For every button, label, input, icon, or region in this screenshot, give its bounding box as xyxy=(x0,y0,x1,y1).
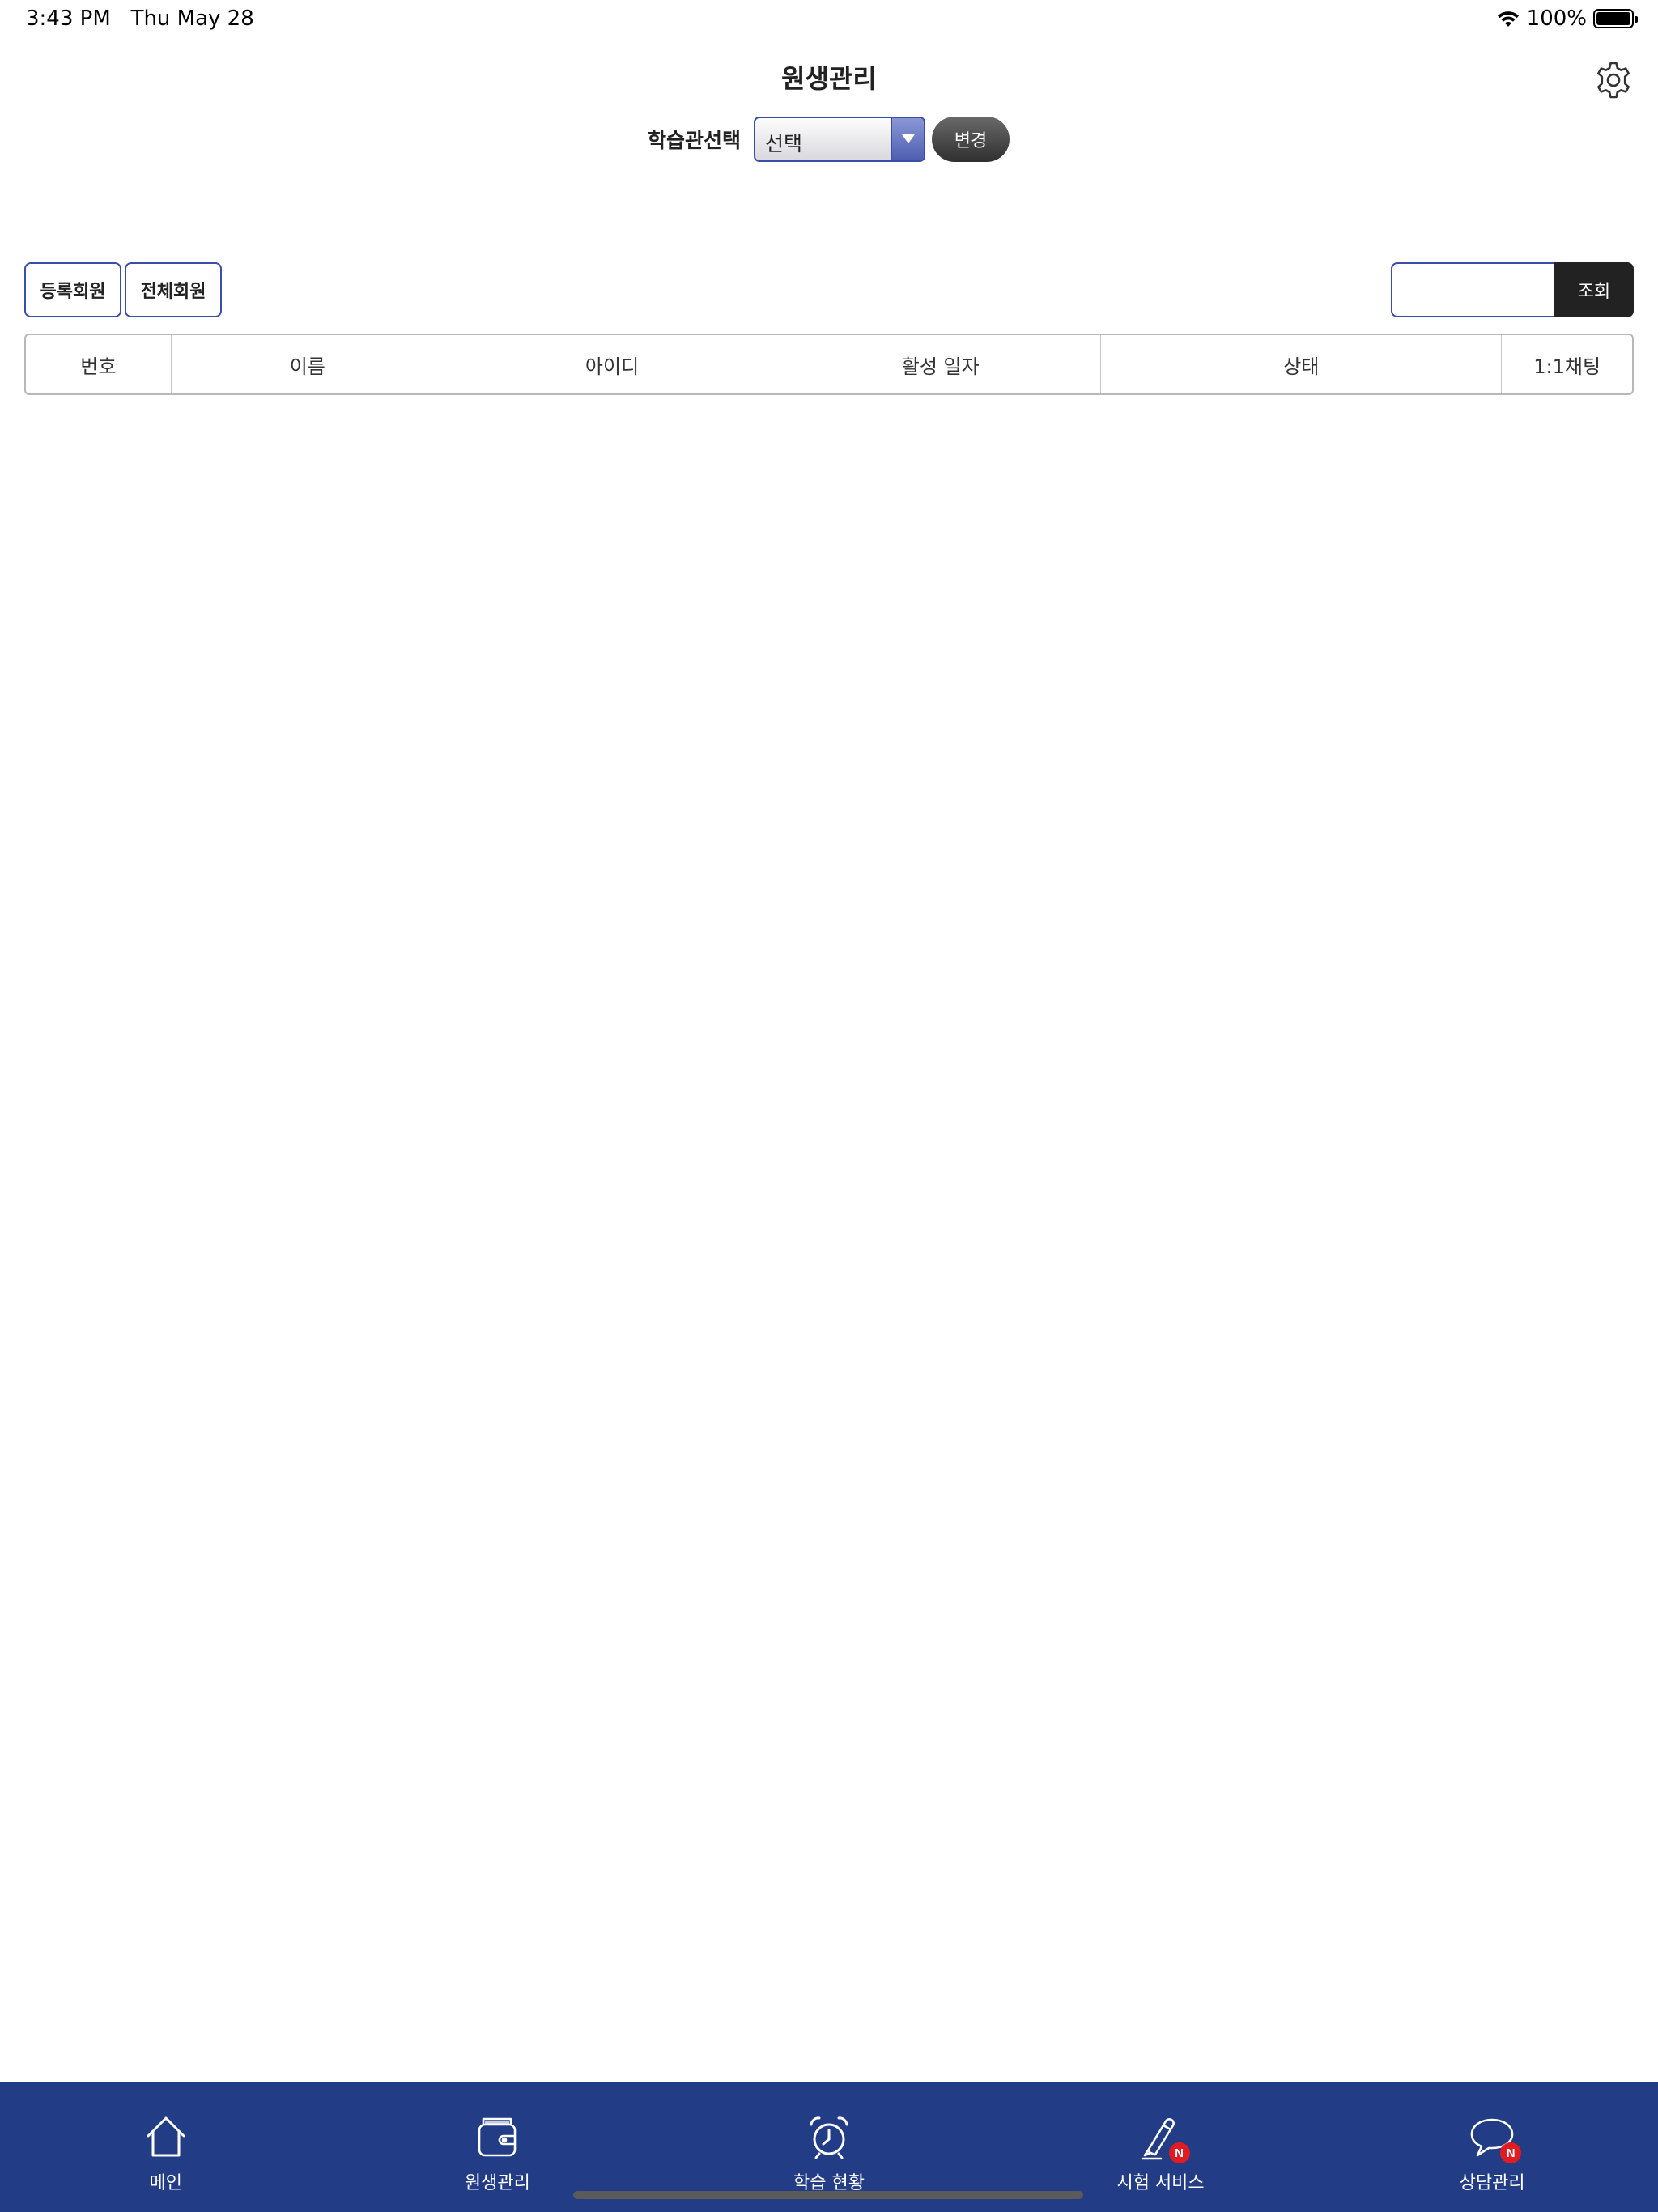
tab-main-label: 메인 xyxy=(149,2173,183,2193)
status-indicators: 100% xyxy=(1496,6,1638,31)
battery-percent: 100% xyxy=(1526,6,1587,31)
center-select-label: 학습관선택 xyxy=(648,129,742,152)
column-header-status: 상태 xyxy=(1101,335,1503,393)
battery-icon xyxy=(1593,9,1638,28)
search-bar: 조회 xyxy=(1391,262,1634,317)
tab-counseling[interactable]: N 상담관리 xyxy=(1326,2082,1658,2212)
tab-student-management-label: 원생관리 xyxy=(464,2173,530,2193)
search-input[interactable] xyxy=(1391,262,1554,317)
status-clock: 3:43 PM xyxy=(26,6,111,31)
column-header-chat: 1:1채팅 xyxy=(1533,355,1601,378)
alarm-clock-icon xyxy=(805,2113,853,2162)
home-indicator[interactable] xyxy=(573,2191,1083,2199)
center-select-value: 선택 xyxy=(765,132,803,155)
tab-counseling-label: 상담관리 xyxy=(1459,2173,1525,2193)
tab-exam-service-label: 시험 서비스 xyxy=(1116,2173,1205,2193)
chat-bubble-icon: N xyxy=(1468,2113,1522,2163)
change-button[interactable]: 변경 xyxy=(932,117,1010,162)
page-title: 원생관리 xyxy=(781,63,877,94)
gear-icon[interactable] xyxy=(1593,60,1634,100)
pencil-icon: N xyxy=(1137,2113,1190,2163)
wallet-icon xyxy=(473,2113,521,2162)
chevron-down-icon xyxy=(891,118,925,160)
home-icon xyxy=(142,2113,190,2162)
new-badge: N xyxy=(1168,2142,1190,2163)
center-select-dropdown[interactable]: 선택 xyxy=(754,117,926,162)
column-header-id: 아이디 xyxy=(444,335,781,393)
status-bar: 3:43 PM Thu May 28 100% xyxy=(0,0,1658,39)
new-badge: N xyxy=(1500,2142,1522,2163)
column-header-name: 이름 xyxy=(172,335,444,393)
column-header-number: 번호 xyxy=(26,335,172,393)
column-header-active-date: 활성 일자 xyxy=(780,335,1102,393)
status-time: 3:43 PM Thu May 28 xyxy=(26,6,254,31)
tab-main[interactable]: 메인 xyxy=(0,2082,332,2212)
registered-members-button[interactable]: 등록회원 xyxy=(24,262,121,317)
status-date: Thu May 28 xyxy=(130,6,254,31)
search-button[interactable]: 조회 xyxy=(1554,262,1634,317)
wifi-icon xyxy=(1497,11,1519,27)
members-table-header: 번호 이름 아이디 활성 일자 상태 1:1채팅 xyxy=(24,334,1634,395)
all-members-button[interactable]: 전체회원 xyxy=(125,262,222,317)
center-select-row: 학습관선택 선택 변경 xyxy=(648,117,1010,162)
